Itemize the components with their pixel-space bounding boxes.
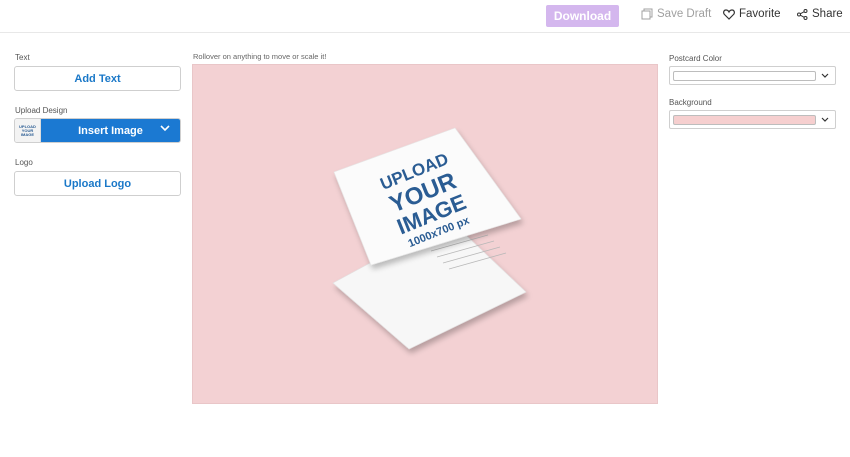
upload-design-thumbnail: UPLOAD YOUR IMAGE — [15, 119, 41, 142]
upload-logo-button[interactable]: Upload Logo — [14, 171, 181, 196]
share-label: Share — [812, 8, 843, 20]
save-draft-button[interactable]: Save Draft — [641, 8, 711, 20]
share-button[interactable]: Share — [797, 8, 843, 20]
design-canvas[interactable]: UPLOAD YOUR IMAGE 1000x700 px — [192, 64, 658, 404]
postcard-color-label: Postcard Color — [669, 54, 722, 63]
postcard-color-swatch — [673, 71, 816, 81]
chevron-down-icon — [821, 117, 829, 122]
share-icon — [797, 8, 808, 20]
copy-icon — [641, 8, 653, 20]
chevron-down-icon[interactable] — [160, 125, 170, 132]
background-label: Background — [669, 98, 712, 107]
postcard-color-select[interactable] — [669, 66, 836, 85]
upload-design-control: UPLOAD YOUR IMAGE Insert Image — [14, 118, 181, 143]
upload-design-label: Upload Design — [15, 106, 68, 115]
favorite-button[interactable]: Favorite — [723, 8, 781, 20]
insert-image-button[interactable]: Insert Image — [41, 119, 180, 142]
logo-section-label: Logo — [15, 158, 33, 167]
background-color-swatch — [673, 115, 816, 125]
postcard-mockup[interactable]: UPLOAD YOUR IMAGE 1000x700 px — [193, 65, 658, 404]
favorite-label: Favorite — [739, 8, 781, 20]
thumb-line-3: IMAGE — [20, 131, 35, 137]
top-toolbar: Download Save Draft Favorite Share — [0, 0, 850, 33]
canvas-hint: Rollover on anything to move or scale it… — [193, 52, 327, 61]
add-text-button[interactable]: Add Text — [14, 66, 181, 91]
chevron-down-icon — [821, 73, 829, 78]
download-button[interactable]: Download — [546, 5, 619, 27]
heart-icon — [723, 8, 735, 20]
text-section-label: Text — [15, 53, 30, 62]
background-color-select[interactable] — [669, 110, 836, 129]
insert-image-label: Insert Image — [78, 124, 143, 137]
save-draft-label: Save Draft — [657, 8, 712, 20]
